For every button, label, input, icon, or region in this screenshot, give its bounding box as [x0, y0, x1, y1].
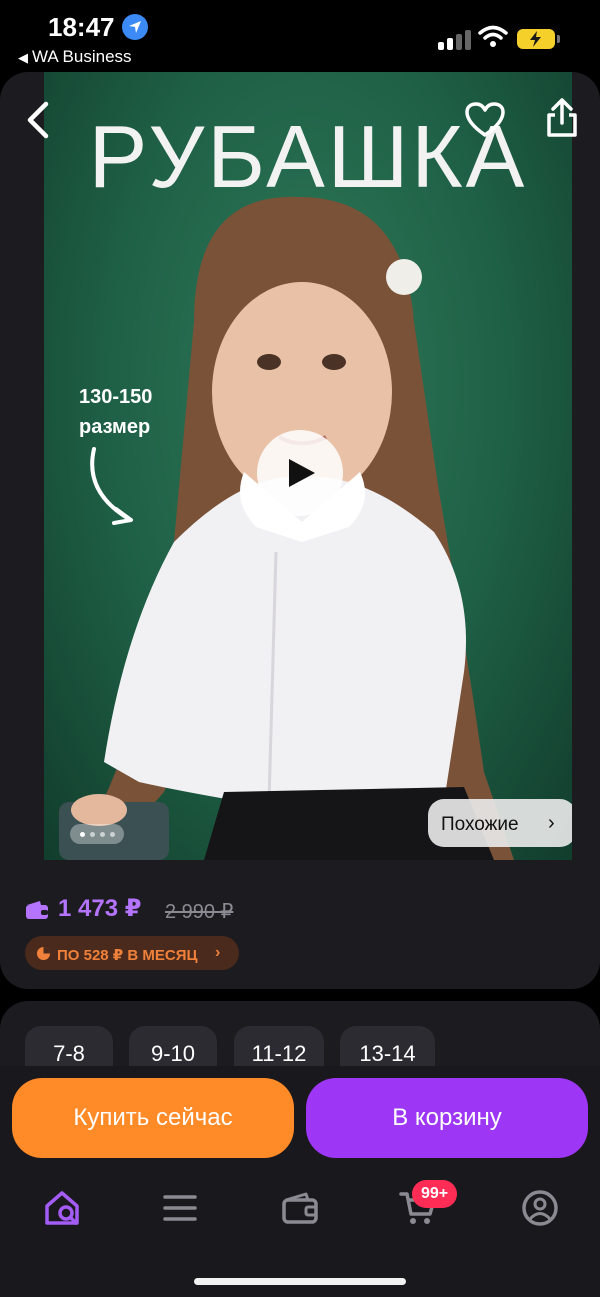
wallet-price-icon	[26, 901, 48, 919]
chevron-right-icon: ›	[548, 812, 555, 834]
buy-now-button[interactable]: Купить сейчас	[12, 1078, 294, 1158]
pie-chart-icon	[36, 946, 51, 961]
pagination-dot	[110, 832, 115, 837]
installment-text: ПО 528 ₽ В МЕСЯЦ	[57, 947, 198, 964]
pagination-dot	[90, 832, 95, 837]
product-card: РУБАШКА 130-150 размер Похожие › 1 473 ₽…	[0, 72, 600, 989]
location-icon	[122, 14, 148, 40]
clock: 18:47	[48, 12, 115, 42]
old-price: 2 990 ₽	[165, 901, 234, 923]
product-photo[interactable]: РУБАШКА 130-150 размер Похожие ›	[44, 72, 572, 860]
similar-label: Похожие	[441, 814, 519, 835]
share-icon[interactable]	[545, 98, 579, 138]
profile-icon[interactable]	[520, 1188, 560, 1228]
add-to-cart-button[interactable]: В корзину	[306, 1078, 588, 1158]
signal-icon	[438, 28, 472, 50]
installment-badge[interactable]: ПО 528 ₽ В МЕСЯЦ ›	[25, 936, 239, 970]
curved-arrow-icon	[90, 447, 133, 525]
catalog-icon[interactable]	[160, 1188, 200, 1228]
cart-count-badge: 99+	[412, 1180, 458, 1208]
battery-icon	[517, 29, 555, 49]
size-note-range: 130-150	[79, 386, 153, 408]
back-triangle-icon: ◀	[18, 50, 28, 65]
battery-cap	[557, 35, 560, 43]
pagination-dot	[80, 832, 85, 837]
back-app-label: WA Business	[32, 47, 132, 66]
back-arrow-icon[interactable]	[22, 100, 56, 140]
chevron-right-icon: ›	[215, 944, 221, 961]
price: 1 473 ₽	[58, 895, 142, 922]
status-bar: 18:47 ◀ WA Business	[0, 0, 600, 72]
size-note: 130-150 размер	[79, 382, 152, 442]
play-video-button[interactable]	[257, 430, 343, 516]
wallet-icon[interactable]	[280, 1188, 320, 1228]
pagination-dot	[100, 832, 105, 837]
home-indicator[interactable]	[194, 1278, 406, 1285]
wifi-icon	[478, 25, 508, 47]
play-icon	[289, 459, 315, 487]
photo-pagination	[70, 824, 124, 844]
similar-button[interactable]: Похожие ›	[428, 799, 572, 847]
heart-icon[interactable]	[465, 102, 505, 138]
back-to-app-link[interactable]: ◀ WA Business	[18, 47, 132, 67]
home-search-icon[interactable]	[42, 1188, 82, 1228]
size-note-label: размер	[79, 416, 151, 438]
